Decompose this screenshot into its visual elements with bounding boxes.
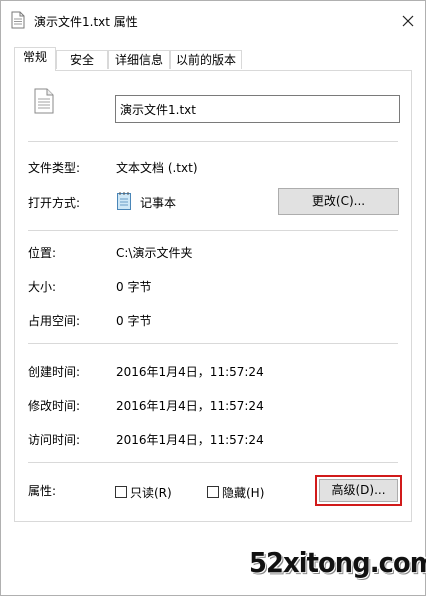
modified-label: 修改时间: bbox=[28, 399, 81, 413]
size-on-disk-label: 占用空间: bbox=[28, 314, 81, 328]
separator bbox=[28, 230, 398, 231]
accessed-value: 2016年1月4日，11:57:24 bbox=[116, 433, 264, 447]
hidden-label[interactable]: 隐藏(H) bbox=[222, 484, 264, 501]
size-value: 0 字节 bbox=[116, 280, 152, 294]
attributes-label: 属性: bbox=[28, 484, 57, 498]
readonly-checkbox[interactable] bbox=[115, 486, 127, 498]
location-label: 位置: bbox=[28, 246, 57, 260]
separator bbox=[28, 462, 398, 463]
text-file-icon bbox=[11, 11, 25, 29]
tab-general[interactable]: 常规 bbox=[14, 47, 56, 71]
tab-security[interactable]: 安全 bbox=[56, 50, 108, 69]
readonly-label[interactable]: 只读(R) bbox=[130, 484, 172, 501]
size-label: 大小: bbox=[28, 280, 57, 294]
separator bbox=[28, 343, 398, 344]
accessed-label: 访问时间: bbox=[28, 433, 81, 447]
general-panel bbox=[14, 70, 412, 522]
file-type-value: 文本文档 (.txt) bbox=[116, 161, 198, 175]
size-on-disk-value: 0 字节 bbox=[116, 314, 152, 328]
file-type-label: 文件类型: bbox=[28, 161, 81, 175]
close-icon bbox=[402, 15, 414, 27]
window-title: 演示文件1.txt 属性 bbox=[34, 15, 138, 29]
modified-value: 2016年1月4日，11:57:24 bbox=[116, 399, 264, 413]
highlight-box bbox=[315, 475, 402, 506]
close-button[interactable] bbox=[397, 10, 419, 32]
created-value: 2016年1月4日，11:57:24 bbox=[116, 365, 264, 379]
title-bar[interactable]: 演示文件1.txt 属性 bbox=[1, 1, 425, 41]
location-value: C:\演示文件夹 bbox=[116, 246, 193, 260]
opens-with-label: 打开方式: bbox=[28, 196, 81, 210]
tab-previous-versions[interactable]: 以前的版本 bbox=[170, 50, 242, 69]
watermark: 52xitong.com bbox=[249, 546, 426, 579]
separator bbox=[28, 141, 398, 142]
document-icon bbox=[34, 88, 54, 114]
properties-dialog: 演示文件1.txt 属性 常规 安全 详细信息 以前的版本 文件类型: 文本文档… bbox=[0, 0, 426, 596]
change-button[interactable]: 更改(C)... bbox=[278, 188, 399, 215]
tab-details[interactable]: 详细信息 bbox=[108, 50, 170, 69]
created-label: 创建时间: bbox=[28, 365, 81, 379]
notepad-icon bbox=[117, 192, 131, 210]
file-name-input[interactable] bbox=[115, 95, 400, 123]
opens-with-value: 记事本 bbox=[140, 196, 177, 210]
hidden-checkbox[interactable] bbox=[207, 486, 219, 498]
